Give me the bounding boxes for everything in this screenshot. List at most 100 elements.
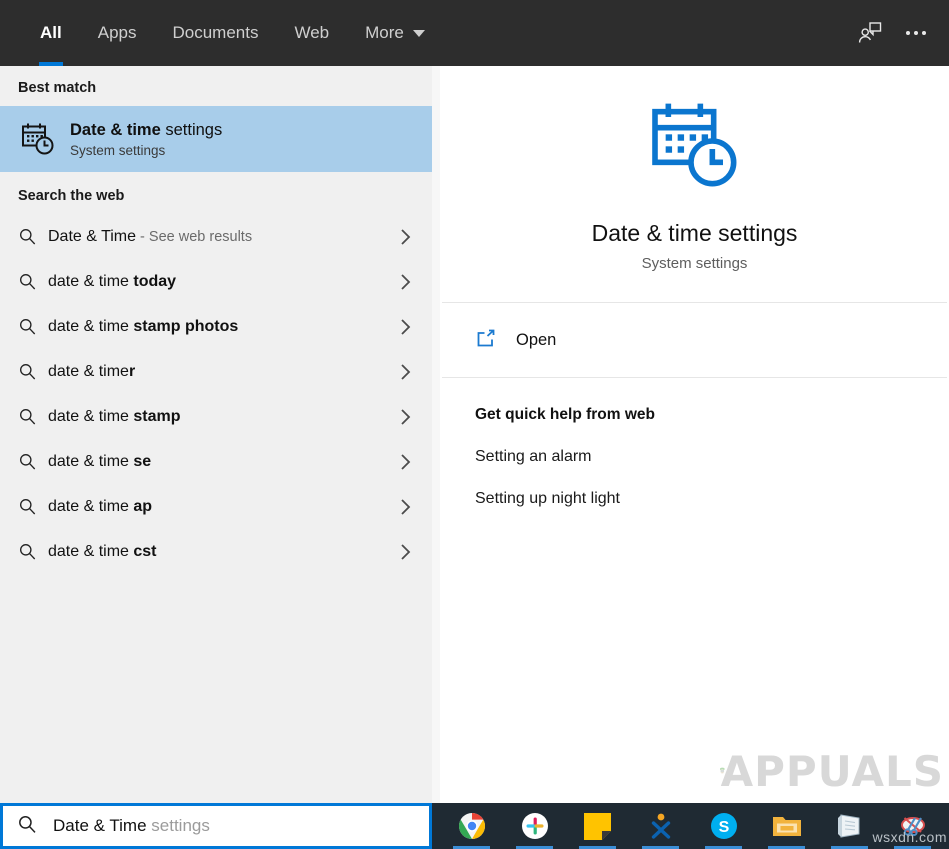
web-result-item[interactable]: date & time stamp photos <box>0 304 432 349</box>
chevron-down-icon <box>412 29 425 37</box>
taskbar-item-chrome[interactable] <box>440 803 503 849</box>
best-match-header: Best match <box>18 80 97 96</box>
search-icon <box>18 497 48 516</box>
web-results-list: Date & Time - See web results date & time… <box>0 214 432 574</box>
search-the-web-header: Search the web <box>18 188 125 204</box>
web-result-label: date & time stamp <box>48 408 181 426</box>
best-match-title-bold: Date & time <box>70 120 161 139</box>
web-result-item[interactable]: date & timer <box>0 349 432 394</box>
chevron-right-icon <box>399 317 412 337</box>
web-result-prefix: date & time <box>48 497 134 515</box>
tab-all-label: All <box>40 23 62 42</box>
search-icon <box>18 362 48 381</box>
tab-apps[interactable]: Apps <box>80 0 155 66</box>
header-actions <box>847 0 949 66</box>
preview-pane: Date & time settings System settings Ope… <box>440 66 949 803</box>
web-result-item[interactable]: Date & Time - See web results <box>0 214 432 259</box>
chevron-right-icon <box>399 542 412 562</box>
web-result-prefix: date & time <box>48 452 134 470</box>
windows-search-overlay: All Apps Documents Web More Best match D… <box>0 0 949 849</box>
tab-documents[interactable]: Documents <box>154 0 276 66</box>
web-result-bold: se <box>133 452 152 470</box>
search-typed-value: Date & Time <box>53 816 147 835</box>
web-result-prefix: date & time <box>48 362 129 380</box>
chevron-right-icon <box>399 407 412 427</box>
web-result-item[interactable]: date & time stamp <box>0 394 432 439</box>
web-result-suffix: - See web results <box>136 228 253 245</box>
best-match-result[interactable]: Date & time settings System settings <box>0 106 432 172</box>
slack-icon <box>521 813 548 839</box>
search-input-text: Date & Time settings <box>53 816 210 836</box>
results-pane: Best match Date & time settings System s… <box>0 66 432 803</box>
web-result-item[interactable]: date & time cst <box>0 529 432 574</box>
taskbar-item-slack[interactable] <box>503 803 566 849</box>
tab-web[interactable]: Web <box>276 0 347 66</box>
web-result-prefix: date & time <box>48 272 134 290</box>
web-result-bold: stamp photos <box>133 317 239 335</box>
tab-all[interactable]: All <box>22 0 80 66</box>
search-icon <box>18 542 48 561</box>
pane-divider <box>432 66 440 803</box>
search-icon <box>18 272 48 291</box>
skype-icon: S <box>710 813 737 839</box>
web-result-bold: cst <box>133 542 157 560</box>
web-result-label: date & time stamp photos <box>48 318 238 336</box>
best-match-text: Date & time settings System settings <box>70 120 222 159</box>
chrome-icon <box>458 813 485 839</box>
chevron-right-icon <box>399 497 412 517</box>
quick-help-block: Get quick help from web Setting an alarm… <box>440 378 949 508</box>
tab-apps-label: Apps <box>97 23 137 42</box>
open-action[interactable]: Open <box>440 303 949 377</box>
search-icon <box>18 407 48 426</box>
calendar-app-icon <box>837 814 859 838</box>
citrix-icon <box>651 813 670 839</box>
open-external-icon <box>474 327 496 354</box>
taskbar-item-file-explorer[interactable] <box>755 803 818 849</box>
web-result-item[interactable]: date & time ap <box>0 484 432 529</box>
web-result-bold: r <box>128 362 136 380</box>
best-match-title: Date & time settings <box>70 120 222 141</box>
best-match-subtitle: System settings <box>70 143 166 159</box>
tab-documents-label: Documents <box>172 23 259 42</box>
search-icon <box>18 227 48 246</box>
web-result-item[interactable]: date & time today <box>0 259 432 304</box>
web-result-prefix: date & time <box>48 542 134 560</box>
web-result-prefix: date & time <box>48 407 134 425</box>
open-action-label: Open <box>516 330 557 349</box>
best-match-title-rest: settings <box>160 120 223 139</box>
preview-title: Date & time settings <box>591 219 798 246</box>
search-icon <box>18 317 48 336</box>
search-filter-tabs: All Apps Documents Web More <box>0 0 443 66</box>
wsxdn-watermark: wsxdn.com <box>872 829 947 845</box>
sticky-notes-icon <box>584 812 611 840</box>
web-result-bold: today <box>133 272 177 290</box>
quick-help-title: Get quick help from web <box>475 406 655 423</box>
help-link-alarm[interactable]: Setting an alarm <box>475 448 949 466</box>
chevron-right-icon <box>399 362 412 382</box>
search-suggestion-suffix: settings <box>146 816 210 835</box>
tab-more-label: More <box>365 23 404 42</box>
web-result-item[interactable]: date & time se <box>0 439 432 484</box>
search-header: All Apps Documents Web More <box>0 0 949 66</box>
preview-subtitle: System settings <box>641 254 748 272</box>
taskbar-item-sticky-notes[interactable] <box>566 803 629 849</box>
chevron-right-icon <box>399 272 412 292</box>
more-options-icon[interactable] <box>893 10 939 56</box>
help-link-night-light[interactable]: Setting up night light <box>475 490 949 508</box>
tab-more[interactable]: More <box>347 0 443 66</box>
web-result-label: date & time cst <box>48 543 157 561</box>
ellipsis-glyph <box>906 31 926 35</box>
web-result-prefix: Date & Time <box>48 227 137 245</box>
taskbar-item-skype[interactable]: S <box>692 803 755 849</box>
search-input[interactable]: Date & Time settings <box>0 803 432 849</box>
web-result-bold: stamp <box>133 407 181 425</box>
tab-web-label: Web <box>294 23 330 42</box>
search-icon <box>18 452 48 471</box>
taskbar-item-citrix[interactable] <box>629 803 692 849</box>
chevron-right-icon <box>399 227 412 247</box>
feedback-icon[interactable] <box>847 10 893 56</box>
svg-text:S: S <box>718 819 729 836</box>
web-result-label: Date & Time - See web results <box>48 228 252 246</box>
web-result-label: date & timer <box>48 363 135 381</box>
chevron-right-icon <box>399 452 412 472</box>
